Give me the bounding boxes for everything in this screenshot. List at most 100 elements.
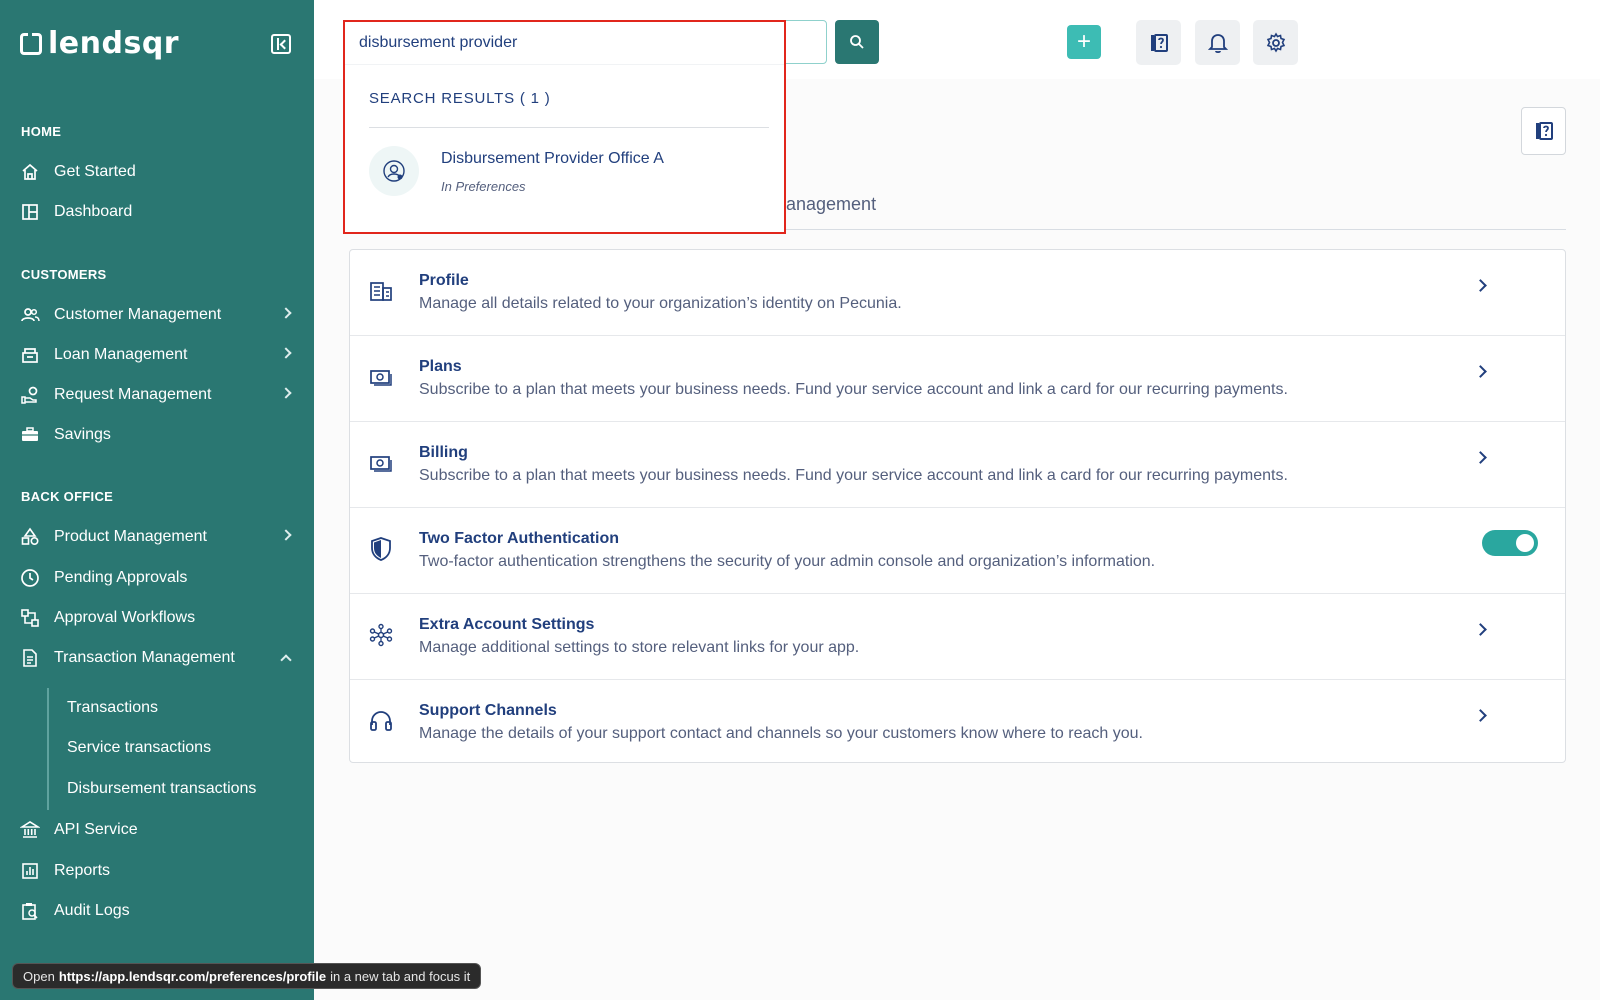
users-icon — [20, 305, 40, 325]
settings-row-two-factor: Two Factor Authentication Two-factor aut… — [350, 508, 1565, 594]
help-book-icon — [1535, 122, 1553, 140]
settings-row-billing[interactable]: Billing Subscribe to a plan that meets y… — [350, 422, 1565, 508]
workflow-icon — [20, 608, 40, 628]
sidebar-item-savings[interactable]: Savings — [20, 420, 296, 450]
add-button[interactable]: + — [1067, 25, 1101, 59]
search-results-title: SEARCH RESULTS ( 1 ) — [369, 90, 551, 107]
status-url: https://app.lendsqr.com/preferences/prof… — [58, 968, 327, 984]
sidebar-item-customer-management[interactable]: Customer Management — [20, 300, 296, 330]
settings-button[interactable] — [1253, 20, 1298, 65]
dashboard-icon — [20, 202, 40, 222]
chevron-right-icon — [1474, 709, 1487, 722]
sidebar-item-pending-approvals[interactable]: Pending Approvals — [20, 563, 296, 593]
briefcase-icon — [20, 425, 40, 445]
sidebar-item-reports[interactable]: Reports — [20, 856, 296, 886]
transaction-doc-icon — [20, 648, 40, 668]
sidebar-item-label: Audit Logs — [54, 902, 130, 919]
sidebar-item-label: Loan Management — [54, 346, 188, 363]
office-avatar-icon — [369, 146, 419, 196]
search-results-dropdown: disbursement provider SEARCH RESULTS ( 1… — [343, 20, 786, 234]
row-description: Manage all details related to your organ… — [419, 295, 902, 312]
status-suffix: in a new tab and focus it — [330, 968, 471, 984]
chevron-right-icon — [280, 529, 292, 541]
headset-icon — [368, 708, 394, 734]
link-status-tooltip: Open https://app.lendsqr.com/preferences… — [12, 963, 482, 989]
settings-row-profile[interactable]: Profile Manage all details related to yo… — [350, 250, 1565, 336]
settings-list: Profile Manage all details related to yo… — [349, 249, 1566, 763]
chevron-right-icon — [1474, 365, 1487, 378]
money-icon — [368, 450, 394, 476]
row-description: Manage the details of your support conta… — [419, 725, 1143, 742]
row-title: Two Factor Authentication — [419, 530, 619, 547]
sidebar-item-product-management[interactable]: Product Management — [20, 522, 296, 552]
search-query-text[interactable]: disbursement provider — [359, 34, 517, 52]
row-description: Subscribe to a plan that meets your busi… — [419, 467, 1288, 484]
sidebar-item-label: Approval Workflows — [54, 609, 196, 626]
search-result-location: In Preferences — [441, 179, 526, 194]
row-description: Manage additional settings to store rele… — [419, 639, 860, 656]
row-description: Subscribe to a plan that meets your busi… — [419, 381, 1288, 398]
chevron-right-icon — [280, 307, 292, 319]
bank-icon — [20, 820, 40, 840]
help-guide-button[interactable] — [1136, 20, 1181, 65]
building-icon — [368, 278, 394, 304]
two-factor-toggle[interactable] — [1482, 530, 1538, 556]
sidebar-item-request-management[interactable]: Request Management — [20, 380, 296, 410]
sidebar-item-transaction-management[interactable]: Transaction Management — [20, 643, 296, 673]
sidebar-item-approval-workflows[interactable]: Approval Workflows — [20, 603, 296, 633]
sidebar-item-label: Transaction Management — [54, 649, 235, 666]
sidebar: lendsqr HOME Get Started Dashboard CUSTO… — [0, 0, 314, 1000]
sidebar-subitem-transactions[interactable]: Transactions — [67, 699, 158, 717]
status-prefix: Open — [23, 968, 55, 984]
search-button[interactable] — [835, 20, 879, 64]
chevron-right-icon — [280, 387, 292, 399]
divider — [369, 127, 769, 128]
collapse-sidebar-icon[interactable] — [271, 34, 291, 54]
row-title: Profile — [419, 272, 469, 289]
sidebar-item-label: Reports — [54, 862, 111, 879]
notifications-button[interactable] — [1195, 20, 1240, 65]
section-title-home: HOME — [21, 124, 62, 139]
sidebar-item-get-started[interactable]: Get Started — [20, 157, 296, 187]
section-title-back-office: BACK OFFICE — [21, 489, 114, 504]
sidebar-item-label: Product Management — [54, 528, 207, 545]
lendsqr-logo[interactable]: lendsqr — [20, 26, 179, 61]
clock-icon — [20, 568, 40, 588]
sidebar-item-label: Dashboard — [54, 203, 133, 220]
sidebar-item-label: Customer Management — [54, 306, 222, 323]
row-title: Billing — [419, 444, 468, 461]
gear-icon — [1266, 31, 1285, 53]
chevron-right-icon — [1474, 279, 1487, 292]
loan-icon — [20, 345, 40, 365]
chevron-right-icon — [1474, 451, 1487, 464]
sidebar-item-label: Pending Approvals — [54, 569, 188, 586]
sidebar-item-loan-management[interactable]: Loan Management — [20, 340, 296, 370]
sidebar-item-dashboard[interactable]: Dashboard — [20, 197, 296, 227]
divider — [345, 64, 784, 65]
shapes-icon — [20, 527, 40, 547]
row-title: Plans — [419, 358, 462, 375]
home-icon — [20, 162, 40, 182]
tab-management[interactable]: anagement — [786, 194, 876, 215]
settings-row-extra-account[interactable]: Extra Account Settings Manage additional… — [350, 594, 1565, 680]
shield-icon — [368, 536, 394, 562]
sidebar-subitem-service-transactions[interactable]: Service transactions — [67, 739, 211, 757]
chevron-right-icon — [280, 347, 292, 359]
help-book-icon — [1150, 33, 1168, 52]
hand-coin-icon — [20, 385, 40, 405]
audit-clipboard-icon — [20, 901, 40, 921]
page-help-button[interactable] — [1521, 107, 1566, 155]
settings-row-support-channels[interactable]: Support Channels Manage the details of y… — [350, 680, 1565, 766]
sidebar-subitem-disbursement-transactions[interactable]: Disbursement transactions — [67, 780, 256, 798]
sidebar-item-label: API Service — [54, 821, 138, 838]
row-description: Two-factor authentication strengthens th… — [419, 553, 1156, 570]
money-icon — [368, 364, 394, 390]
submenu-rail — [47, 688, 49, 810]
toggle-knob — [1516, 534, 1534, 552]
settings-row-plans[interactable]: Plans Subscribe to a plan that meets you… — [350, 336, 1565, 422]
search-result-title: Disbursement Provider Office A — [441, 150, 664, 167]
report-chart-icon — [20, 861, 40, 881]
sidebar-item-audit-logs[interactable]: Audit Logs — [20, 896, 296, 926]
logo-mark-icon — [20, 32, 42, 55]
sidebar-item-api-service[interactable]: API Service — [20, 815, 296, 845]
